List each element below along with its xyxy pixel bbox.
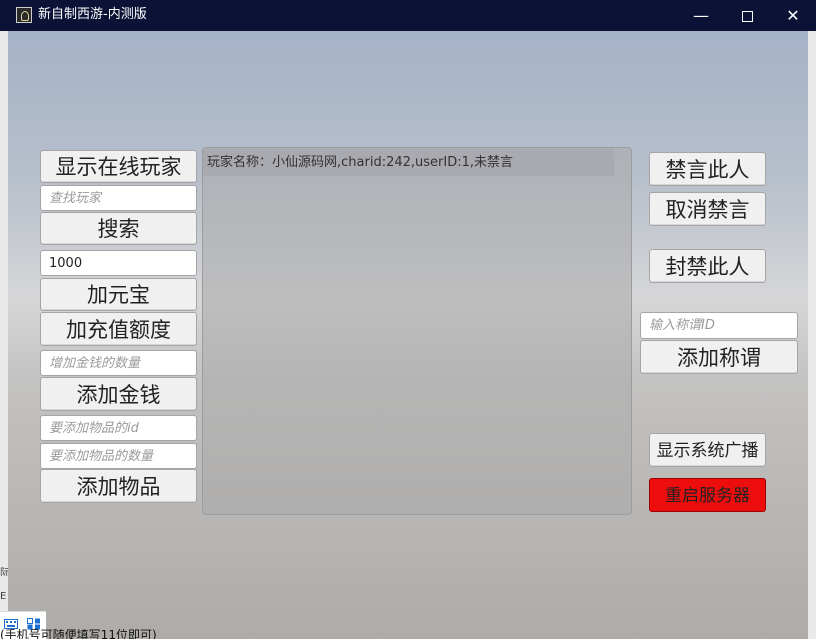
add-item-button[interactable]: 添加物品	[40, 469, 197, 503]
background-text: E	[0, 591, 7, 602]
background-caption: (手机号可随便填写11位即可)	[0, 629, 157, 639]
add-title-button[interactable]: 添加称谓	[640, 340, 798, 374]
background-window-edge-right	[808, 31, 816, 639]
player-list-panel[interactable]: 玩家名称：小仙源码网,charid:242,userID:1,未禁言	[202, 147, 632, 515]
minimize-icon: —	[693, 6, 709, 25]
item-count-input[interactable]	[40, 443, 197, 469]
add-yuanbao-button[interactable]: 加元宝	[40, 278, 197, 311]
add-recharge-button[interactable]: 加充值额度	[40, 312, 197, 346]
ban-player-button[interactable]: 封禁此人	[649, 249, 766, 283]
search-player-input[interactable]	[40, 185, 197, 211]
background-window-edge: 际 E	[0, 31, 8, 639]
show-online-players-button[interactable]: 显示在线玩家	[40, 150, 197, 183]
restart-server-button[interactable]: 重启服务器	[649, 478, 766, 512]
minimize-button[interactable]: —	[678, 0, 724, 31]
title-id-input[interactable]	[640, 312, 798, 339]
show-broadcast-button[interactable]: 显示系统广播	[649, 433, 766, 467]
maximize-icon	[741, 11, 753, 22]
mute-player-button[interactable]: 禁言此人	[649, 152, 766, 186]
window-title: 新自制西游-内测版	[38, 7, 147, 22]
unmute-player-button[interactable]: 取消禁言	[649, 192, 766, 226]
gold-amount-input[interactable]	[40, 350, 197, 376]
close-icon: ✕	[786, 6, 800, 25]
search-button[interactable]: 搜索	[40, 212, 197, 245]
background-text: 际	[0, 568, 8, 576]
list-item[interactable]: 玩家名称：小仙源码网,charid:242,userID:1,未禁言	[203, 149, 614, 176]
app-icon	[16, 7, 32, 23]
item-id-input[interactable]	[40, 415, 197, 441]
add-gold-button[interactable]: 添加金钱	[40, 377, 197, 411]
close-button[interactable]: ✕	[770, 0, 816, 31]
maximize-button[interactable]	[724, 0, 770, 31]
title-bar: 新自制西游-内测版 — ✕	[0, 0, 816, 31]
amount-input[interactable]	[40, 250, 197, 276]
